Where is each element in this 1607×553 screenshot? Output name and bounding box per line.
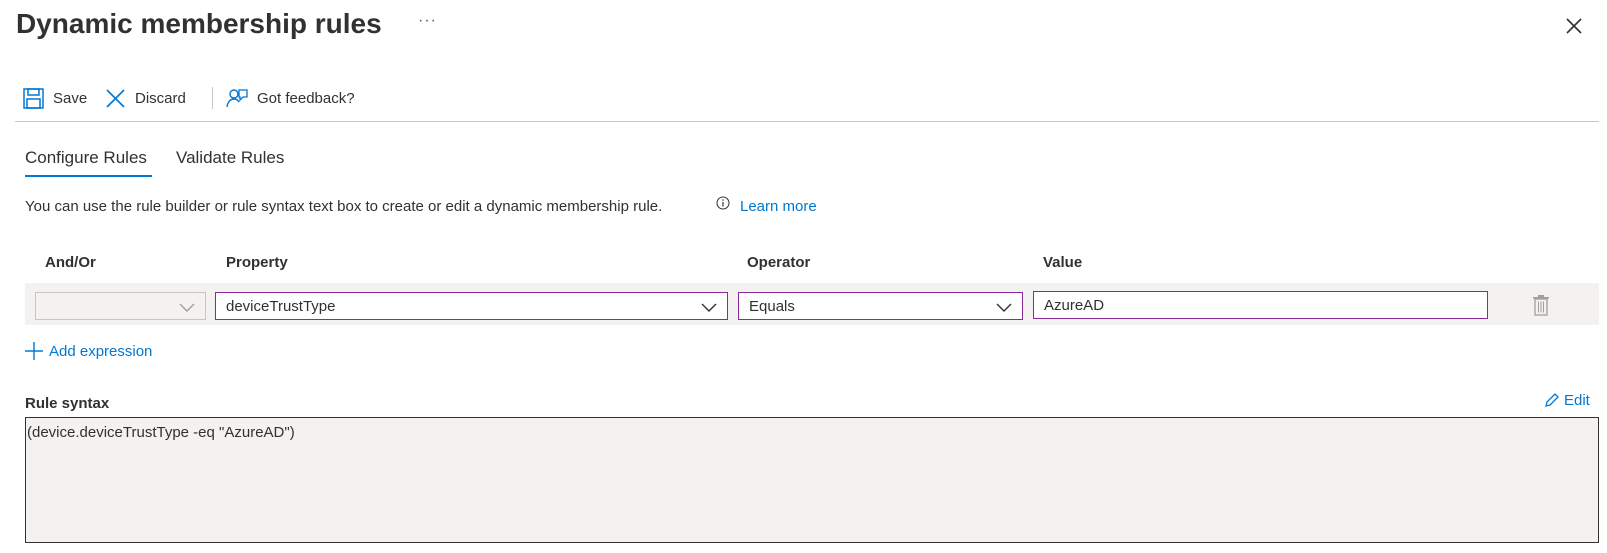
chevron-down-icon [996,303,1012,312]
learn-more-link[interactable]: Learn more [740,198,817,215]
page-title: Dynamic membership rules [16,8,382,39]
edit-label: Edit [1564,391,1590,409]
column-header-and-or: And/Or [45,254,96,271]
add-expression-button[interactable]: Add expression [25,340,152,362]
delete-expression-button[interactable] [1532,294,1550,316]
info-icon[interactable] [716,196,730,210]
feedback-label: Got feedback? [257,89,355,107]
tab-configure-rules[interactable]: Configure Rules [25,148,147,168]
active-tab-indicator [25,175,152,177]
pencil-icon [1545,393,1559,407]
save-label: Save [53,89,88,107]
add-expression-label: Add expression [49,342,153,360]
trash-icon [1533,295,1549,316]
rule-syntax-text: (device.deviceTrustType -eq "AzureAD") [27,424,295,441]
rule-syntax-textbox[interactable]: (device.deviceTrustType -eq "AzureAD") [25,417,1599,543]
and-or-dropdown[interactable] [35,292,206,320]
property-dropdown[interactable]: deviceTrustType [215,292,728,320]
value-text: AzureAD [1044,296,1105,314]
discard-button[interactable]: Discard [105,84,186,112]
operator-dropdown[interactable]: Equals [738,292,1023,320]
value-input[interactable]: AzureAD [1033,291,1488,319]
toolbar-divider-line [15,121,1599,122]
property-value: deviceTrustType [226,297,336,315]
rule-syntax-label: Rule syntax [25,395,110,412]
save-button[interactable]: Save [23,84,87,112]
chevron-down-icon [179,303,195,312]
description-text: You can use the rule builder or rule syn… [25,198,663,215]
toolbar-divider [212,87,213,109]
operator-value: Equals [749,297,795,315]
feedback-icon [226,89,248,108]
tab-validate-rules[interactable]: Validate Rules [176,148,284,168]
discard-icon [106,88,125,108]
column-header-operator: Operator [747,254,811,271]
column-header-property: Property [226,254,288,271]
chevron-down-icon [701,303,717,312]
close-icon [1566,18,1582,34]
discard-label: Discard [135,89,186,107]
edit-rule-syntax-button[interactable]: Edit [1544,390,1590,410]
column-header-value: Value [1043,254,1083,271]
plus-icon [25,342,43,360]
more-options-button[interactable]: ··· [418,12,437,30]
save-icon [23,87,44,109]
close-button[interactable] [1562,14,1586,38]
feedback-button[interactable]: Got feedback? [226,84,355,112]
